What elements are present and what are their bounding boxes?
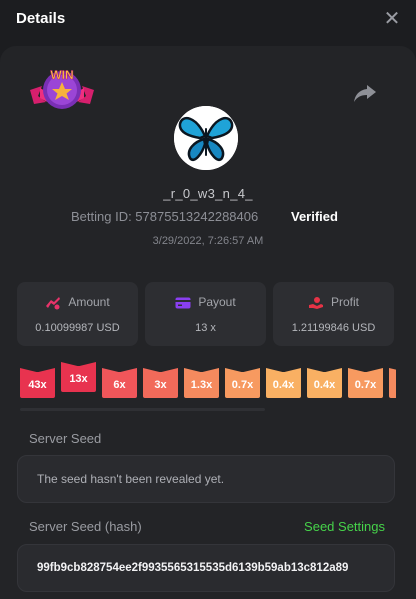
profit-icon bbox=[308, 296, 323, 309]
payout-value: 13 x bbox=[195, 322, 216, 334]
multiplier-chip: 0.4x bbox=[266, 372, 301, 398]
multiplier-chip: 0.7x bbox=[348, 372, 383, 398]
multiplier-chip: 13x bbox=[61, 366, 96, 392]
amount-value: 0.10099987 USD bbox=[35, 322, 120, 334]
multiplier-chip: 1.3x bbox=[184, 372, 219, 398]
multiplier-strip: 43x 13x 6x 3x 1.3x 0.7x 0.4x 0.4x 0.7x bbox=[20, 362, 396, 408]
betting-id: Betting ID: 578755132422884​06 bbox=[71, 209, 259, 224]
bet-timestamp: 3/29/2022, 7:26:57 AM bbox=[152, 235, 264, 247]
profit-value: 1.21199846 USD bbox=[291, 322, 376, 334]
win-badge-text: WIN bbox=[50, 68, 73, 82]
username: _r_0_w3_n_4_ bbox=[163, 186, 253, 201]
seed-settings-link[interactable]: Seed Settings bbox=[304, 519, 385, 534]
amount-label: Amount bbox=[68, 295, 110, 309]
share-icon[interactable] bbox=[352, 82, 378, 104]
payout-label: Payout bbox=[198, 295, 236, 309]
multiplier-chip: 0.4x bbox=[307, 372, 342, 398]
multiplier-chip: 43x bbox=[20, 372, 55, 398]
multiplier-scrollbar[interactable] bbox=[20, 408, 265, 411]
payout-card: Payout 13 x bbox=[145, 282, 266, 346]
amount-icon bbox=[46, 296, 61, 310]
payout-icon bbox=[175, 297, 191, 309]
multiplier-chip: 0.7x bbox=[225, 372, 260, 398]
profit-label: Profit bbox=[330, 295, 359, 309]
multiplier-chip: 6x bbox=[102, 372, 137, 398]
server-seed-label: Server Seed bbox=[29, 431, 102, 446]
butterfly-icon bbox=[174, 106, 238, 170]
multiplier-chip-partial bbox=[389, 372, 396, 398]
win-badge-icon: WIN bbox=[30, 68, 94, 109]
server-seed-field: The seed hasn't been revealed yet. bbox=[17, 455, 395, 503]
avatar bbox=[174, 106, 238, 170]
close-icon[interactable]: ✕ bbox=[382, 9, 402, 29]
details-header: Details ✕ bbox=[0, 0, 416, 38]
page-title: Details bbox=[16, 10, 66, 27]
amount-card: Amount 0.10099987 USD bbox=[17, 282, 138, 346]
multiplier-chip: 3x bbox=[143, 372, 178, 398]
server-seed-hash-field[interactable]: 99fb9cb828754ee2f9935565315535d6139b59ab… bbox=[17, 544, 395, 592]
profit-card: Profit 1.21199846 USD bbox=[273, 282, 394, 346]
server-seed-hash-label: Server Seed (hash) bbox=[29, 519, 142, 534]
verified-badge: Verified bbox=[291, 209, 338, 224]
